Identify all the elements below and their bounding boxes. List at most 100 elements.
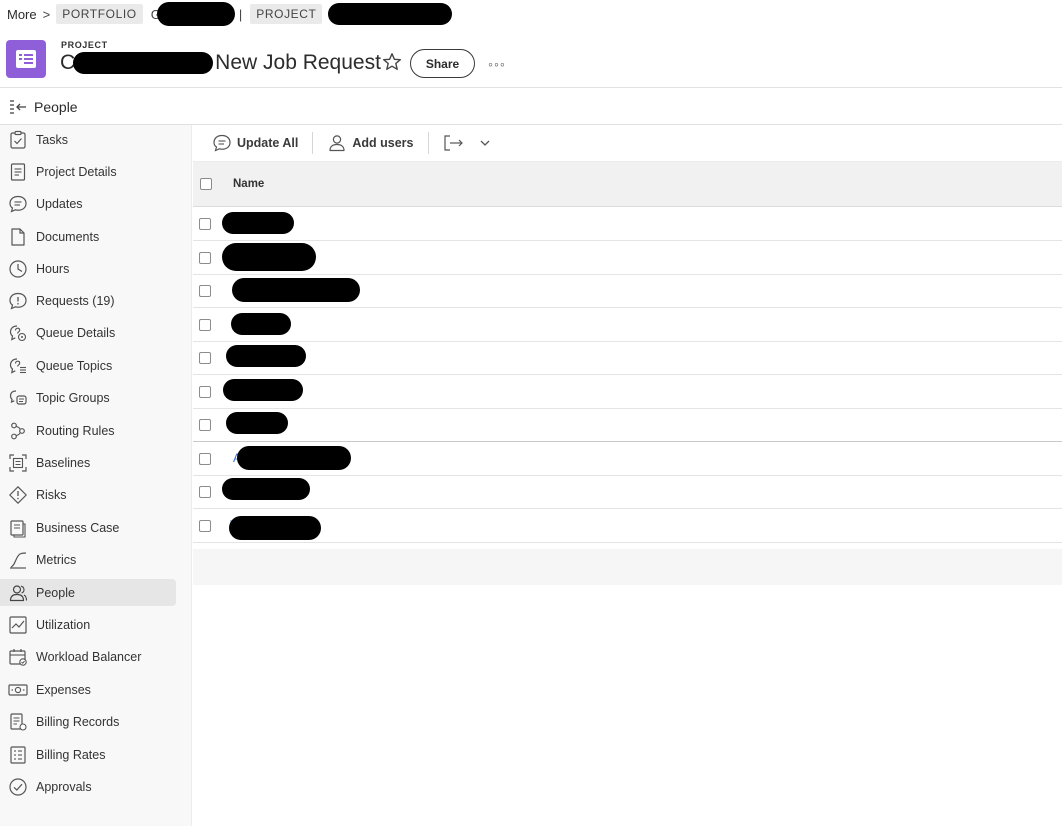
sidebar-item-updates[interactable]: Updates: [0, 190, 176, 217]
sidebar-item-label: Routing Rules: [36, 423, 115, 438]
sidebar-item-label: Metrics: [36, 552, 77, 567]
breadcrumb-pipe: |: [238, 6, 243, 22]
breadcrumb: More > PORTFOLIO G | PROJECT: [0, 2, 453, 26]
file-icon: [11, 227, 25, 246]
export-icon: [443, 135, 463, 151]
row-checkbox[interactable]: [199, 453, 211, 465]
redaction-mark: [231, 313, 291, 335]
sidebar-item-tasks[interactable]: Tasks: [0, 126, 176, 153]
breadcrumb-project-chip[interactable]: PROJECT: [250, 4, 323, 24]
select-all-checkbox[interactable]: [200, 178, 212, 190]
money-icon: [8, 683, 28, 696]
queue-icon: [9, 324, 27, 341]
chat-bubble-icon: [9, 195, 27, 213]
people-icon: [9, 584, 28, 601]
people-panel: Update All Add users Name g: [193, 125, 1062, 826]
export-button[interactable]: [439, 129, 501, 157]
chevron-down-icon[interactable]: [478, 136, 492, 150]
toolbar: Update All Add users: [193, 125, 1062, 162]
sidebar-item-expenses[interactable]: Expenses: [0, 676, 176, 703]
sidebar-item-workload-balancer[interactable]: Workload Balancer: [0, 643, 176, 670]
table-row[interactable]: T: [193, 509, 1062, 543]
redaction-mark: [328, 3, 453, 25]
table-row[interactable]: A T: [193, 442, 1062, 476]
row-checkbox[interactable]: [199, 486, 211, 498]
sidebar-item-label: Workload Balancer: [36, 649, 142, 664]
sidebar-item-hours[interactable]: Hours: [0, 255, 176, 282]
add-users-label: Add users: [352, 136, 414, 150]
calendar-icon: [9, 648, 27, 666]
sidebar-item-business-case[interactable]: Business Case: [0, 514, 176, 541]
table-row[interactable]: g: [193, 241, 1062, 275]
more-options-icon[interactable]: ◦◦◦: [488, 56, 506, 72]
redaction-mark: [226, 345, 306, 367]
update-all-button[interactable]: Update All: [208, 129, 302, 157]
tasks-icon: [10, 130, 26, 149]
row-checkbox[interactable]: [199, 252, 211, 264]
table-row[interactable]: [193, 341, 1062, 375]
row-checkbox[interactable]: [199, 386, 211, 398]
business-case-icon: [10, 519, 26, 538]
table-row[interactable]: [193, 408, 1062, 442]
add-users-button[interactable]: Add users: [323, 129, 417, 157]
sidebar-item-label: Documents: [36, 229, 100, 244]
sidebar-item-label: Risks: [36, 487, 67, 502]
redaction-mark: [223, 379, 303, 401]
sidebar-item-utilization[interactable]: Utilization: [0, 611, 176, 638]
sidebar-item-risks[interactable]: Risks: [0, 481, 176, 508]
redaction-mark: [226, 412, 288, 434]
sidebar-item-billing-rates[interactable]: Billing Rates: [0, 741, 176, 768]
document-icon: [10, 162, 26, 181]
sidebar-item-label: Tasks: [36, 132, 68, 147]
toolbar-divider: [312, 132, 314, 154]
sidebar-item-routing-rules[interactable]: Routing Rules: [0, 417, 176, 444]
row-checkbox[interactable]: [199, 419, 211, 431]
redaction-mark: [73, 52, 214, 74]
row-checkbox[interactable]: [199, 319, 211, 331]
sidebar-item-queue-topics[interactable]: Queue Topics: [0, 352, 176, 379]
collapse-sidebar-icon[interactable]: [9, 99, 27, 114]
section-title: People: [34, 98, 78, 115]
sidebar-item-label: Project Details: [36, 164, 117, 179]
project-header: PROJECT C New Job Request Share ◦◦◦: [0, 30, 1062, 88]
sidebar-item-billing-records[interactable]: Billing Records: [0, 708, 176, 735]
sidebar-item-topic-groups[interactable]: Topic Groups: [0, 384, 176, 411]
row-checkbox[interactable]: [199, 352, 211, 364]
billing-records-icon: [10, 712, 27, 731]
sidebar-item-label: Queue Details: [36, 325, 116, 340]
sidebar-item-metrics[interactable]: Metrics: [0, 546, 176, 573]
sidebar-item-label: Billing Rates: [36, 747, 106, 762]
redaction-mark: [222, 478, 310, 500]
sidebar-item-label: Baselines: [36, 455, 91, 470]
breadcrumb-portfolio-chip[interactable]: PORTFOLIO: [56, 4, 143, 24]
row-checkbox[interactable]: [199, 218, 211, 230]
clock-icon: [9, 259, 27, 278]
redaction-mark: [222, 212, 294, 234]
table-row[interactable]: [193, 475, 1062, 509]
sidebar-item-project-details[interactable]: Project Details: [0, 158, 176, 185]
redaction-mark: [222, 243, 316, 271]
topic-groups-icon: [9, 389, 27, 405]
sidebar-item-label: Expenses: [36, 682, 91, 697]
utilization-icon: [9, 615, 27, 634]
row-checkbox[interactable]: [199, 520, 211, 532]
sidebar-item-requests[interactable]: Requests (19): [0, 287, 176, 314]
table-row[interactable]: [193, 274, 1062, 308]
sidebar-item-baselines[interactable]: Baselines: [0, 449, 176, 476]
redaction-mark: [232, 278, 360, 302]
table-row[interactable]: [193, 207, 1062, 241]
sidebar-item-approvals[interactable]: Approvals: [0, 773, 176, 800]
table-row[interactable]: [193, 308, 1062, 342]
star-icon[interactable]: [382, 52, 402, 72]
sidebar-item-documents[interactable]: Documents: [0, 223, 176, 250]
row-checkbox[interactable]: [199, 285, 211, 297]
sidebar-item-queue-details[interactable]: Queue Details: [0, 319, 176, 346]
column-header-name[interactable]: Name: [233, 178, 264, 190]
risk-icon: [9, 485, 27, 504]
sidebar-item-people[interactable]: People: [0, 579, 176, 606]
sidebar-item-label: People: [36, 585, 75, 600]
table-row[interactable]: [193, 375, 1062, 409]
breadcrumb-more[interactable]: More: [7, 7, 37, 22]
chat-bubble-icon: [213, 134, 231, 152]
share-button[interactable]: Share: [410, 49, 475, 78]
